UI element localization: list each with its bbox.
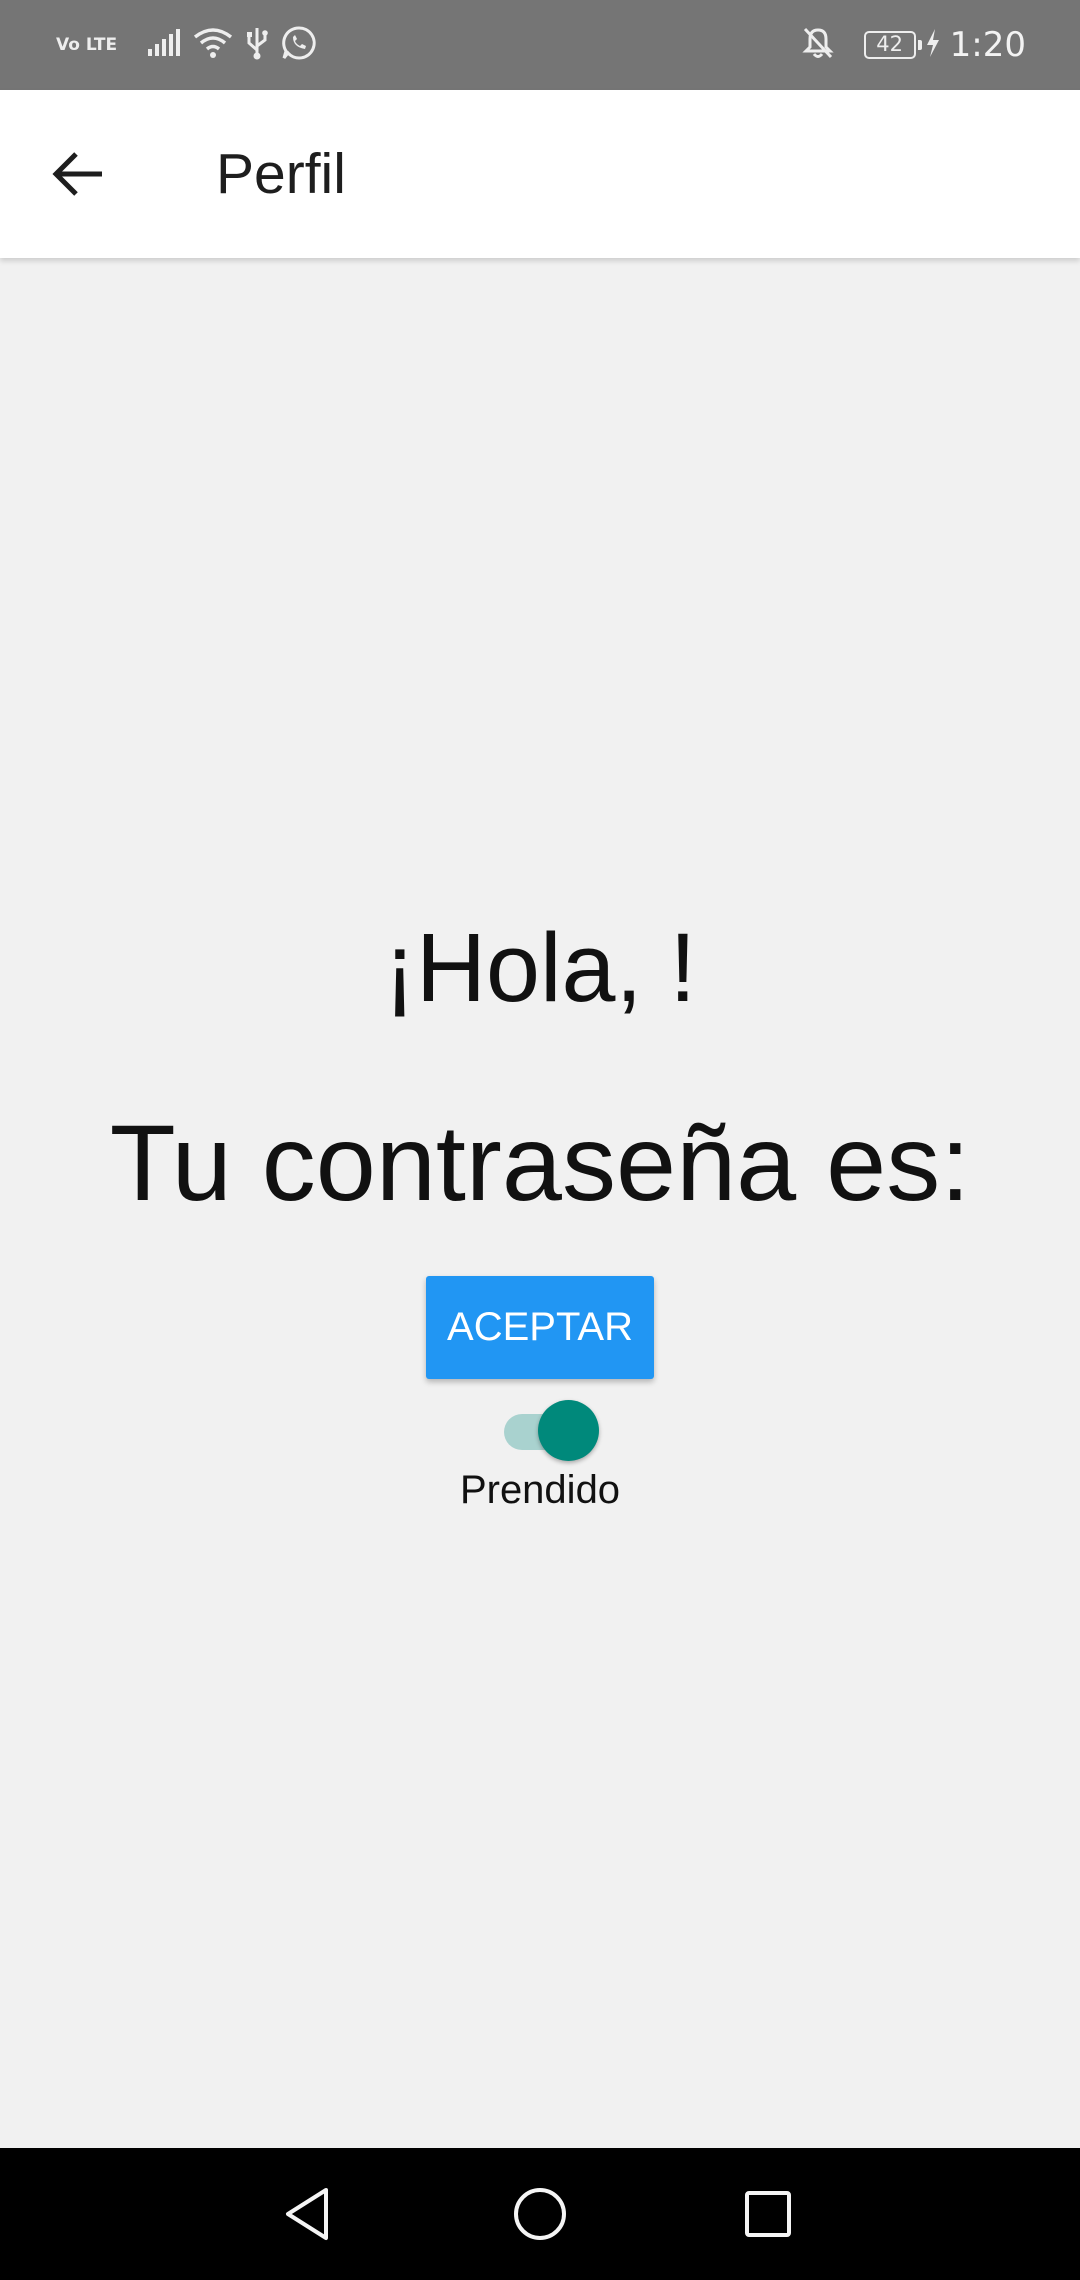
- status-right: 42 1:20: [802, 0, 1026, 90]
- clock: 1:20: [949, 25, 1026, 65]
- battery-icon: 42: [863, 31, 922, 59]
- switch-label: Prendido: [459, 1468, 621, 1512]
- screen: Vo LTE 42 1:20 Perfil ¡Hola, ! Tu contra…: [0, 0, 1080, 2280]
- accept-button[interactable]: ACEPTAR: [426, 1276, 654, 1379]
- volte-icon: Vo LTE: [56, 35, 118, 55]
- whatsapp-icon: [281, 25, 317, 66]
- password-label: Tu contraseña es:: [109, 1102, 971, 1223]
- app-bar: Perfil: [0, 90, 1080, 258]
- status-left: Vo LTE: [56, 0, 329, 90]
- charging-icon: [926, 28, 940, 62]
- greeting-text: ¡Hola, !: [383, 913, 697, 1022]
- nav-back-button[interactable]: [272, 2178, 344, 2250]
- power-switch[interactable]: [500, 1394, 604, 1461]
- usb-icon: [245, 26, 269, 65]
- notifications-off-icon: [802, 26, 834, 65]
- home-circle-icon: [514, 2188, 566, 2240]
- wifi-icon: [193, 27, 233, 64]
- back-triangle-icon: [286, 2188, 328, 2240]
- nav-home-button[interactable]: [504, 2178, 576, 2250]
- main-content: ¡Hola, ! Tu contraseña es: ACEPTAR Prend…: [0, 258, 1080, 2148]
- arrow-back-icon: [52, 152, 102, 196]
- page-title: Perfil: [216, 142, 346, 206]
- signal-icon: [147, 28, 181, 62]
- recents-square-icon: [745, 2191, 791, 2237]
- nav-recents-button[interactable]: [732, 2178, 804, 2250]
- status-bar: Vo LTE 42 1:20: [0, 0, 1080, 90]
- navigation-bar: [0, 2148, 1080, 2280]
- back-button[interactable]: [38, 134, 118, 214]
- switch-thumb: [538, 1400, 599, 1461]
